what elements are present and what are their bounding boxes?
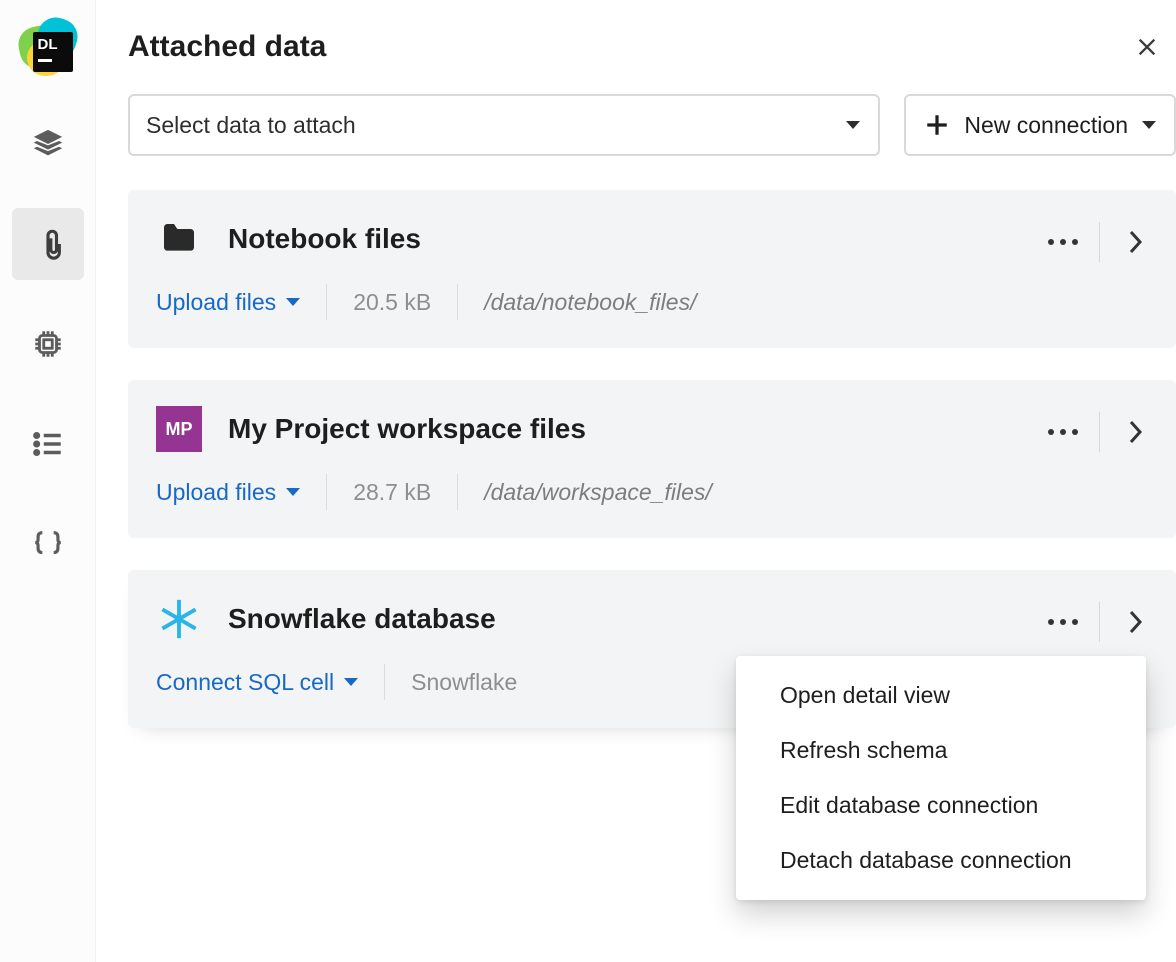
menu-refresh-schema[interactable]: Refresh schema [736, 723, 1146, 778]
divider [457, 284, 458, 320]
card-expand-button[interactable] [1108, 594, 1164, 650]
card-more-button[interactable] [1035, 594, 1091, 650]
folder-icon [156, 216, 202, 262]
caret-down-icon [1142, 121, 1156, 129]
card-title: Notebook files [228, 223, 421, 255]
card-workspace-files: MP My Project workspace files Upload fil… [128, 380, 1176, 538]
card-more-button[interactable] [1035, 404, 1091, 460]
menu-open-detail[interactable]: Open detail view [736, 668, 1146, 723]
select-placeholder: Select data to attach [146, 112, 356, 139]
card-expand-button[interactable] [1108, 404, 1164, 460]
sidebar-chip-button[interactable] [12, 308, 84, 380]
divider [326, 284, 327, 320]
caret-down-icon [286, 298, 300, 306]
file-path: /data/notebook_files/ [484, 289, 696, 316]
new-connection-label: New connection [964, 112, 1128, 139]
project-badge: MP [156, 406, 202, 452]
db-type: Snowflake [411, 669, 517, 696]
logo-text: DL [38, 37, 68, 52]
connect-sql-cell-link[interactable]: Connect SQL cell [156, 669, 358, 696]
file-path: /data/workspace_files/ [484, 479, 712, 506]
card-expand-button[interactable] [1108, 214, 1164, 270]
divider [384, 664, 385, 700]
divider [1099, 222, 1100, 262]
menu-edit-connection[interactable]: Edit database connection [736, 778, 1146, 833]
sidebar-list-button[interactable] [12, 408, 84, 480]
card-notebook-files: Notebook files Upload files [128, 190, 1176, 348]
page-title: Attached data [128, 30, 326, 64]
divider [457, 474, 458, 510]
context-menu: Open detail view Refresh schema Edit dat… [736, 656, 1146, 900]
card-more-button[interactable] [1035, 214, 1091, 270]
menu-detach-connection[interactable]: Detach database connection [736, 833, 1146, 888]
sidebar-braces-button[interactable] [12, 508, 84, 580]
card-title: My Project workspace files [228, 413, 586, 445]
caret-down-icon [846, 121, 860, 129]
sidebar: DL [0, 0, 96, 962]
close-button[interactable] [1128, 28, 1166, 66]
divider [326, 474, 327, 510]
file-size: 28.7 kB [353, 479, 431, 506]
divider [1099, 412, 1100, 452]
app-logo: DL [19, 18, 77, 76]
sidebar-layers-button[interactable] [12, 108, 84, 180]
card-title: Snowflake database [228, 603, 496, 635]
upload-files-link[interactable]: Upload files [156, 289, 300, 316]
main-panel: Attached data Select data to attach New … [96, 0, 1176, 962]
file-size: 20.5 kB [353, 289, 431, 316]
upload-files-link[interactable]: Upload files [156, 479, 300, 506]
caret-down-icon [344, 678, 358, 686]
snowflake-icon [156, 596, 202, 642]
caret-down-icon [286, 488, 300, 496]
sidebar-attached-data-button[interactable] [12, 208, 84, 280]
new-connection-button[interactable]: New connection [904, 94, 1176, 156]
divider [1099, 602, 1100, 642]
select-data-dropdown[interactable]: Select data to attach [128, 94, 880, 156]
